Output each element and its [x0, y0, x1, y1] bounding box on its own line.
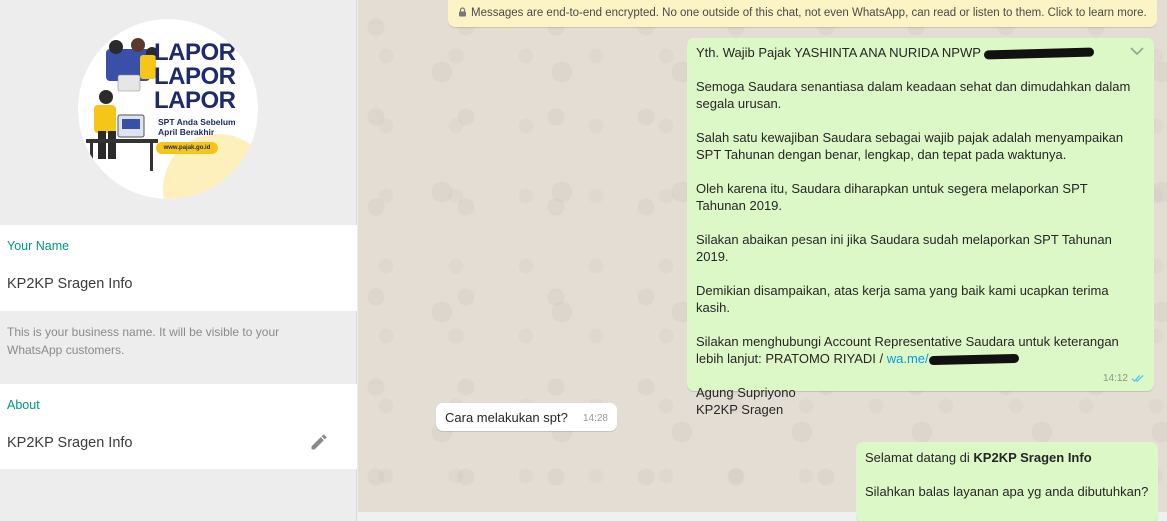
pencil-icon[interactable]	[309, 432, 329, 452]
wa-link[interactable]: wa.me/	[887, 351, 929, 366]
poster-headline: LAPOR LAPOR LAPOR	[154, 39, 236, 114]
double-check-icon	[1131, 374, 1144, 383]
redaction-mark	[984, 47, 1095, 60]
signature-name: Agung Supriyono	[696, 385, 796, 400]
message-line: Yth. Wajib Pajak YASHINTA ANA NURIDA NPW…	[696, 44, 1140, 61]
encryption-notice[interactable]: Messages are end-to-end encrypted. No on…	[448, 0, 1157, 27]
your-name-section: Your Name KP2KP Sragen Info	[0, 225, 357, 311]
about-label: About	[7, 398, 40, 412]
message-bubble-incoming[interactable]: Cara melakukan spt? 14:28	[436, 403, 617, 431]
message-meta: 14:28	[583, 410, 608, 427]
message-time: 14:28	[582, 413, 608, 424]
message-meta: 14:12	[1103, 370, 1145, 387]
about-section: About KP2KP Sragen Info	[0, 384, 357, 469]
signature-office: KP2KP Sragen	[696, 402, 784, 417]
message-line: Silakan menghubungi Account Representati…	[696, 334, 1119, 366]
redaction-mark	[928, 353, 1019, 366]
message-text: Cara melakukan spt?	[445, 410, 568, 425]
profile-avatar[interactable]: LAPOR LAPOR LAPOR SPT Anda Sebelum April…	[78, 19, 258, 199]
your-name-value[interactable]: KP2KP Sragen Info	[7, 276, 133, 292]
message-line: Silahkan balas layanan apa yg anda dibut…	[865, 484, 1149, 499]
message-time: 14:12	[1102, 373, 1128, 384]
about-value[interactable]: KP2KP Sragen Info	[7, 435, 133, 451]
message-line: Semoga Saudara senantiasa dalam keadaan …	[696, 79, 1131, 111]
message-line: Oleh karena itu, Saudara diharapkan untu…	[696, 181, 1088, 213]
your-name-label: Your Name	[7, 239, 70, 253]
poster-url: www.pajak.go.id	[156, 142, 218, 154]
lock-icon	[459, 7, 466, 17]
message-line: Silakan abaikan pesan ini jika Saudara s…	[696, 232, 1112, 264]
message-bubble-outgoing[interactable]: Selamat datang di KP2KP Sragen Info Sila…	[856, 442, 1158, 521]
message-line: Demikian disampaikan, atas kerja sama ya…	[696, 283, 1109, 315]
message-line: Selamat datang di KP2KP Sragen Info	[865, 450, 1092, 465]
message-bubble-outgoing[interactable]: Yth. Wajib Pajak YASHINTA ANA NURIDA NPW…	[687, 38, 1154, 417]
name-hint: This is your business name. It will be v…	[7, 325, 280, 357]
message-line: Salah satu kewajiban Saudara sebagai waj…	[696, 130, 1124, 162]
profile-panel: LAPOR LAPOR LAPOR SPT Anda Sebelum April…	[0, 0, 357, 521]
poster-subtitle: SPT Anda Sebelum April Berakhir	[158, 117, 236, 137]
chevron-down-icon[interactable]	[1130, 46, 1144, 56]
